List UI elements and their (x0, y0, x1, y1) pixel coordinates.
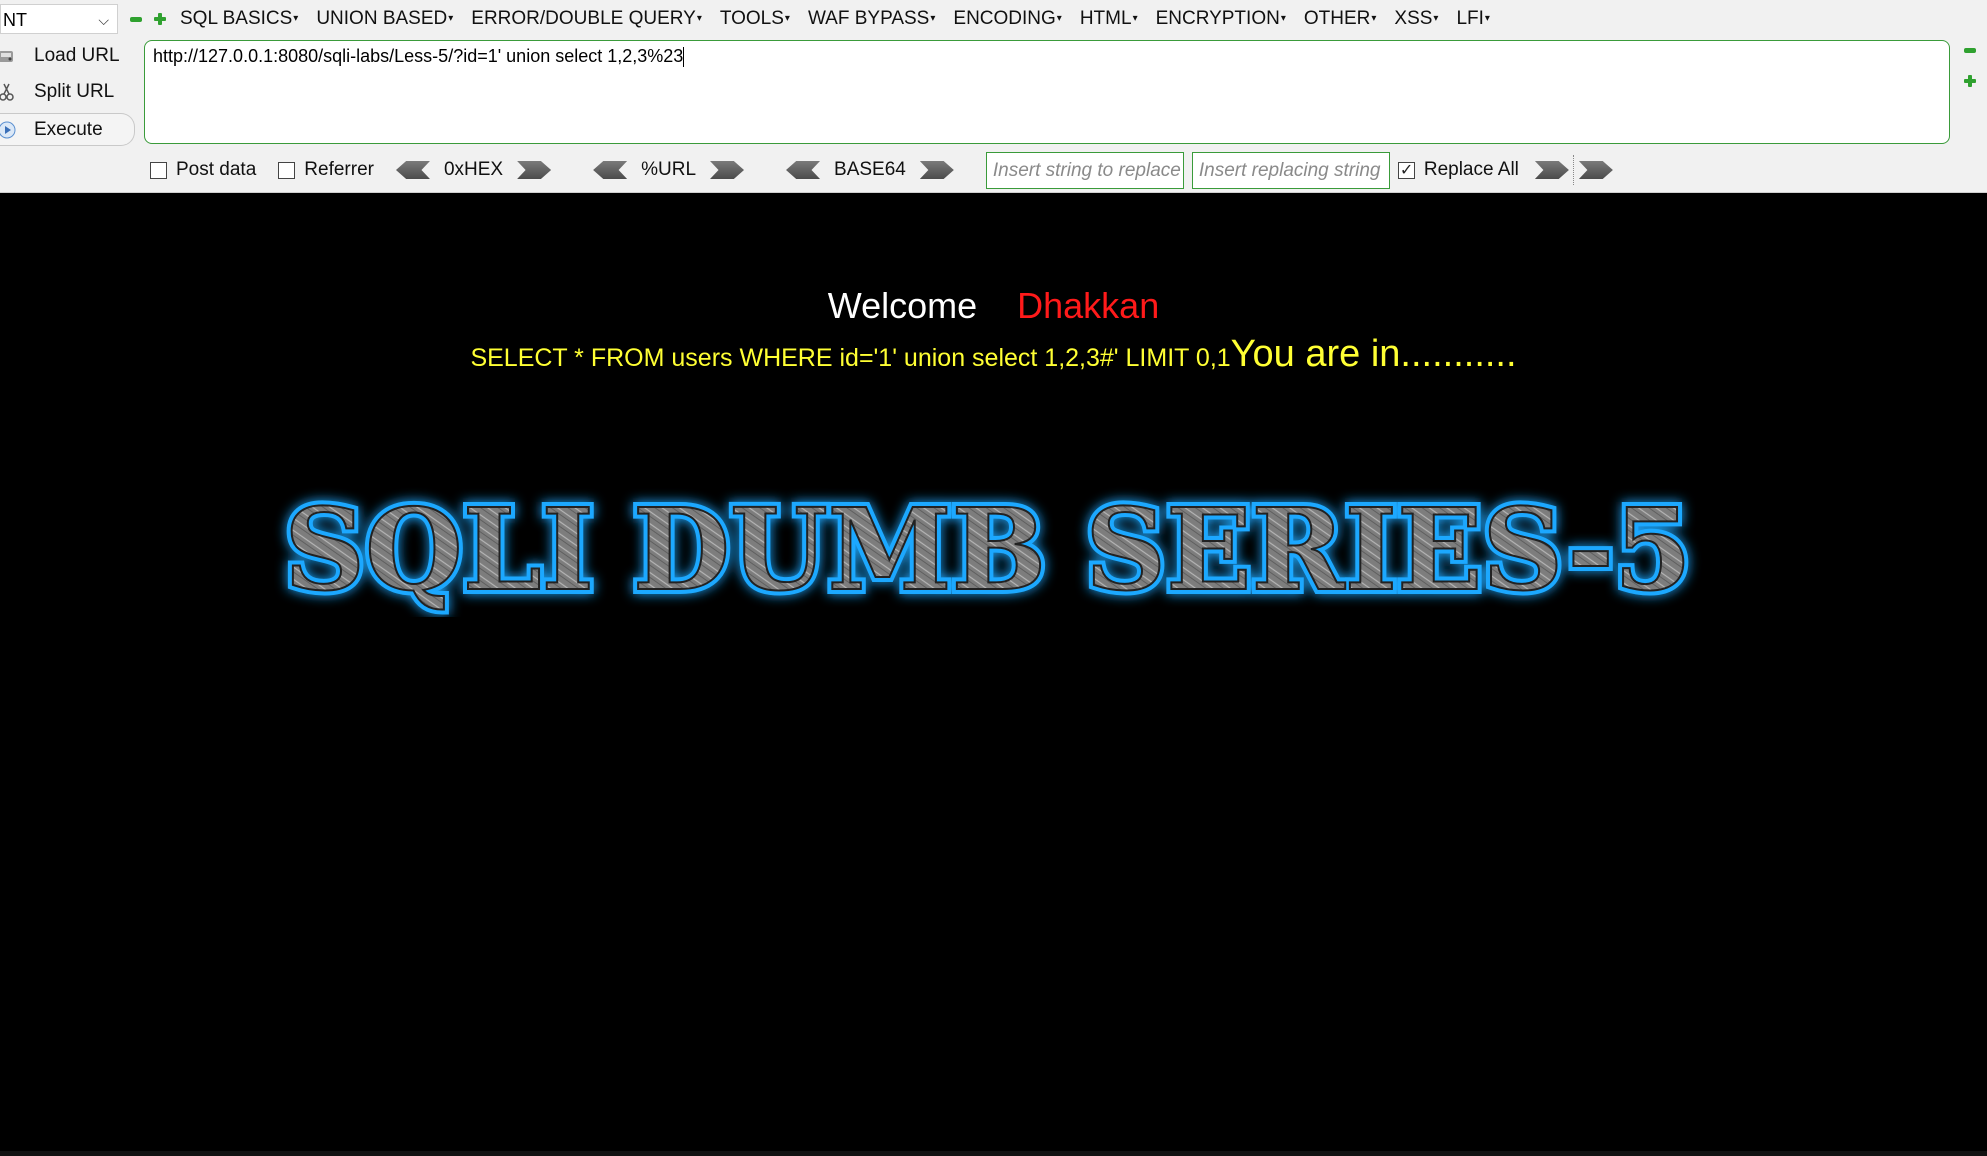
hex-label: 0xHEX (443, 159, 504, 180)
url-value: http://127.0.0.1:8080/sqli-labs/Less-5/?… (153, 46, 684, 66)
page-content: Welcome Dhakkan SELECT * FROM users WHERE… (0, 193, 1987, 1156)
replace-string-input[interactable]: Insert string to replace (985, 151, 1184, 189)
post-data-label: Post data (176, 159, 257, 180)
welcome-line: Welcome Dhakkan (0, 285, 1987, 327)
url-decode-arrow-icon[interactable] (593, 161, 628, 179)
url-textarea[interactable]: http://127.0.0.1:8080/sqli-labs/Less-5/?… (144, 40, 1950, 144)
referrer-label: Referrer (304, 159, 374, 180)
load-url-label: Load URL (34, 45, 120, 66)
query-line: SELECT * FROM users WHERE id='1' union s… (0, 333, 1987, 376)
sql-query-text: SELECT * FROM users WHERE id='1' union s… (470, 344, 1231, 372)
menu-encryption[interactable]: ENCRYPTION▾ (1156, 8, 1286, 30)
option-bar: Post data Referrer 0xHEX %URL BASE64 Ins… (150, 150, 1613, 190)
menu-other[interactable]: OTHER▾ (1304, 8, 1377, 30)
base64-label: BASE64 (834, 159, 906, 180)
menu-html[interactable]: HTML▾ (1080, 8, 1138, 30)
menu-sql-basics[interactable]: SQL BASICS▾ (180, 8, 298, 30)
hackbar-toolbar: NT ⌵ SQL BASICS▾ UNION BASED▾ ERROR/DOUB… (0, 0, 1987, 193)
status-text: You are in........... (1230, 333, 1517, 375)
right-controls (1964, 44, 1978, 106)
menu-waf-bypass[interactable]: WAF BYPASS▾ (808, 8, 935, 30)
welcome-text: Welcome (827, 285, 978, 326)
expand-icon[interactable] (154, 13, 166, 25)
split-url-label: Split URL (34, 81, 115, 102)
split-url-button[interactable]: Split URL (0, 74, 138, 110)
menu-lfi[interactable]: LFI▾ (1456, 8, 1489, 30)
replace-all-checkbox[interactable] (1397, 160, 1415, 180)
text-cursor (683, 47, 685, 68)
menu-union-based[interactable]: UNION BASED▾ (316, 8, 453, 30)
hackbar-menubar: NT ⌵ SQL BASICS▾ UNION BASED▾ ERROR/DOUB… (0, 0, 1987, 38)
base64-encoder: BASE64 (786, 159, 954, 181)
play-icon (0, 121, 16, 139)
menu-encoding[interactable]: ENCODING▾ (953, 8, 1061, 30)
menu-xss[interactable]: XSS▾ (1394, 8, 1438, 30)
replace-all-label: Replace All (1423, 159, 1519, 180)
url-label: %URL (641, 159, 697, 180)
series-banner: SQLI DUMB SERIES-5 SQLI DUMB SERIES-5 (279, 480, 1697, 617)
url-encoder: %URL (593, 159, 745, 181)
collapse-icon[interactable] (130, 13, 142, 25)
scissors-icon (0, 83, 16, 101)
hex-encode-arrow-icon[interactable] (517, 161, 552, 179)
chevron-down-icon: ⌵ (98, 12, 109, 28)
divider (1572, 155, 1575, 185)
replace-next-arrow-icon[interactable] (1578, 161, 1613, 179)
user-name: Dhakkan (1017, 285, 1160, 326)
load-url-button[interactable]: Load URL (0, 38, 138, 74)
version-select[interactable]: NT ⌵ (0, 4, 118, 34)
base64-encode-arrow-icon[interactable] (919, 161, 954, 179)
status-strip (0, 1151, 1987, 1156)
banner-text: SQLI DUMB SERIES-5 (284, 485, 1692, 616)
post-data-checkbox[interactable] (150, 161, 167, 179)
menu-tools[interactable]: TOOLS▾ (720, 8, 790, 30)
base64-decode-arrow-icon[interactable] (786, 161, 821, 179)
shrink-icon[interactable] (1964, 44, 1976, 56)
menu-items: SQL BASICS▾ UNION BASED▾ ERROR/DOUBLE QU… (180, 8, 1508, 30)
referrer-checkbox[interactable] (278, 161, 296, 179)
url-encode-arrow-icon[interactable] (710, 161, 745, 179)
hex-encoder: 0xHEX (395, 159, 552, 181)
execute-button[interactable]: Execute (0, 113, 135, 146)
load-url-icon (0, 47, 16, 65)
replacing-string-input[interactable]: Insert replacing string (1191, 151, 1390, 189)
hex-decode-arrow-icon[interactable] (395, 161, 430, 179)
side-actions: Load URL Split URL Execute (0, 38, 138, 146)
replace-apply-arrow-icon[interactable] (1534, 161, 1569, 179)
version-select-value: NT (3, 10, 27, 30)
execute-label: Execute (34, 118, 103, 140)
grow-icon[interactable] (1964, 75, 1976, 87)
menu-error-double-query[interactable]: ERROR/DOUBLE QUERY▾ (471, 8, 702, 30)
